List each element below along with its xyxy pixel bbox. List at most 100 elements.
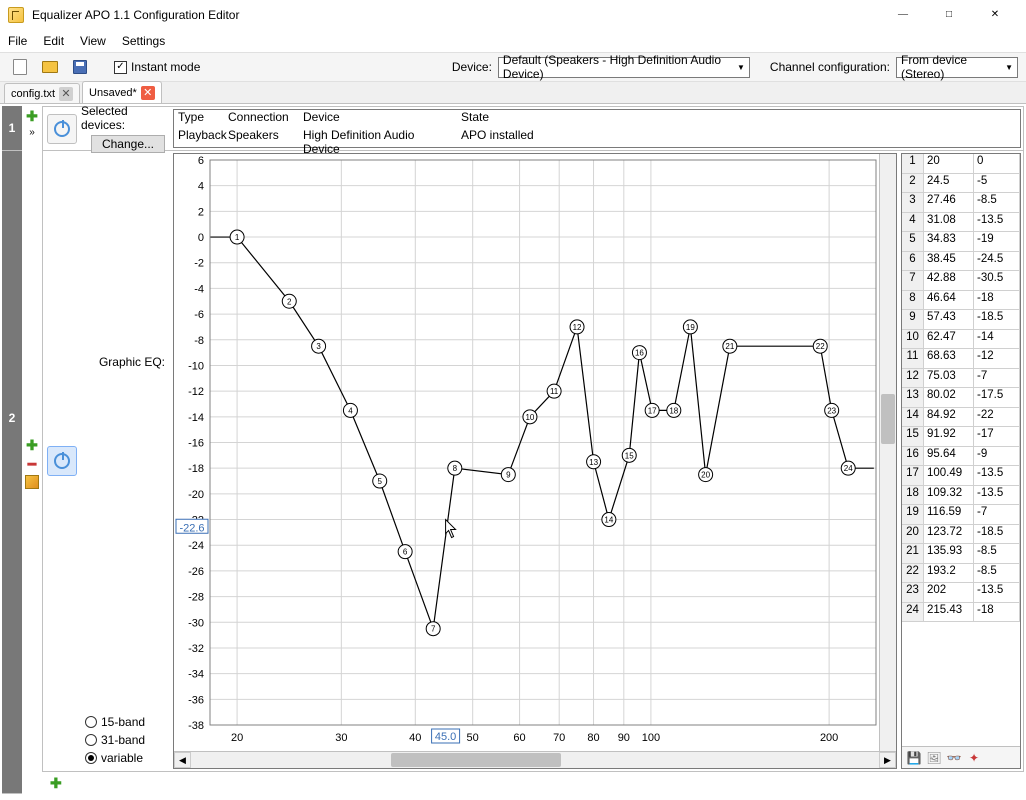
table-row[interactable]: 23202-13.5 [902,583,1020,603]
close-button[interactable]: ✕ [972,0,1018,30]
row-freq[interactable]: 27.46 [924,193,974,213]
row-freq[interactable]: 193.2 [924,564,974,584]
wand-icon[interactable]: ✦ [966,750,982,766]
radio-15-band[interactable]: 15-band [85,715,167,729]
eq-data-table[interactable]: 1200224.5-5327.46-8.5431.08-13.5534.83-1… [902,154,1020,746]
instant-mode-toggle[interactable]: Instant mode [114,60,200,74]
row-gain[interactable]: -24.5 [974,252,1020,272]
table-row[interactable]: 957.43-18.5 [902,310,1020,330]
row-gain[interactable]: -18 [974,603,1020,623]
row-freq[interactable]: 31.08 [924,213,974,233]
table-row[interactable]: 846.64-18 [902,291,1020,311]
add-icon[interactable]: ✚ [26,437,38,454]
add-icon[interactable]: ✚ [50,775,62,792]
row-freq[interactable]: 20 [924,154,974,174]
row-gain[interactable]: -13.5 [974,486,1020,506]
horizontal-scrollbar[interactable]: ◀ ▶ [174,751,896,768]
new-button[interactable] [8,55,32,79]
scroll-right-icon[interactable]: ▶ [879,752,896,768]
row-freq[interactable]: 75.03 [924,369,974,389]
table-row[interactable]: 431.08-13.5 [902,213,1020,233]
row-freq[interactable]: 116.59 [924,505,974,525]
row-gain[interactable]: -30.5 [974,271,1020,291]
row-freq[interactable]: 68.63 [924,349,974,369]
tab-config[interactable]: config.txt ✕ [4,83,80,103]
row-freq[interactable]: 46.64 [924,291,974,311]
menu-edit[interactable]: Edit [43,34,64,48]
row-gain[interactable]: -17.5 [974,388,1020,408]
row-gain[interactable]: -22 [974,408,1020,428]
row-gain[interactable]: -8.5 [974,544,1020,564]
row-gain[interactable]: -9 [974,447,1020,467]
eq-chart[interactable]: 6420-2-4-6-8-10-12-14-16-18-20-22-24-26-… [173,153,897,769]
table-row[interactable]: 20123.72-18.5 [902,525,1020,545]
save-button[interactable] [68,55,92,79]
table-row[interactable]: 1484.92-22 [902,408,1020,428]
row-gain[interactable]: -7 [974,505,1020,525]
vertical-scrollbar[interactable] [879,154,896,751]
image-icon[interactable]: 🖼 [926,750,942,766]
row-gain[interactable]: -8.5 [974,564,1020,584]
power-button[interactable] [47,114,77,144]
row-gain[interactable]: -18.5 [974,310,1020,330]
close-icon[interactable]: ✕ [59,87,73,101]
chevron-down-icon[interactable]: » [29,127,35,138]
radio-31-band[interactable]: 31-band [85,733,167,747]
maximize-button[interactable]: □ [926,0,972,30]
row-freq[interactable]: 215.43 [924,603,974,623]
edit-icon[interactable] [25,475,39,489]
row-freq[interactable]: 95.64 [924,447,974,467]
row-freq[interactable]: 91.92 [924,427,974,447]
row-index-2[interactable]: 2 [2,151,22,794]
row-gain[interactable]: -12 [974,349,1020,369]
table-row[interactable]: 1380.02-17.5 [902,388,1020,408]
menu-file[interactable]: File [8,34,27,48]
table-row[interactable]: 742.88-30.5 [902,271,1020,291]
row-freq[interactable]: 100.49 [924,466,974,486]
row-freq[interactable]: 24.5 [924,174,974,194]
row-gain[interactable]: 0 [974,154,1020,174]
row-freq[interactable]: 38.45 [924,252,974,272]
table-row[interactable]: 1168.63-12 [902,349,1020,369]
table-row[interactable]: 1591.92-17 [902,427,1020,447]
row-freq[interactable]: 202 [924,583,974,603]
row-gain[interactable]: -7 [974,369,1020,389]
table-row[interactable]: 1062.47-14 [902,330,1020,350]
table-row[interactable]: 224.5-5 [902,174,1020,194]
radio-variable[interactable]: variable [85,751,167,765]
row-gain[interactable]: -18.5 [974,525,1020,545]
row-gain[interactable]: -14 [974,330,1020,350]
device-select[interactable]: Default (Speakers - High Definition Audi… [498,57,750,78]
add-icon[interactable]: ✚ [26,108,38,125]
chart-canvas[interactable]: 6420-2-4-6-8-10-12-14-16-18-20-22-24-26-… [174,154,896,751]
tab-unsaved[interactable]: Unsaved* ✕ [82,81,162,103]
table-row[interactable]: 327.46-8.5 [902,193,1020,213]
menu-settings[interactable]: Settings [122,34,165,48]
glasses-icon[interactable]: 👓 [946,750,962,766]
row-freq[interactable]: 84.92 [924,408,974,428]
menu-view[interactable]: View [80,34,106,48]
row-freq[interactable]: 62.47 [924,330,974,350]
save-icon[interactable]: 💾 [906,750,922,766]
row-gain[interactable]: -13.5 [974,213,1020,233]
row-freq[interactable]: 57.43 [924,310,974,330]
table-row[interactable]: 22193.2-8.5 [902,564,1020,584]
table-row[interactable]: 1275.03-7 [902,369,1020,389]
row-gain[interactable]: -17 [974,427,1020,447]
table-row[interactable]: 17100.49-13.5 [902,466,1020,486]
channel-config-select[interactable]: From device (Stereo) ▼ [896,57,1018,78]
table-row[interactable]: 19116.59-7 [902,505,1020,525]
row-freq[interactable]: 42.88 [924,271,974,291]
remove-icon[interactable]: ━ [28,456,36,473]
open-button[interactable] [38,55,62,79]
table-row[interactable]: 21135.93-8.5 [902,544,1020,564]
row-freq[interactable]: 80.02 [924,388,974,408]
row-gain[interactable]: -13.5 [974,466,1020,486]
minimize-button[interactable]: — [880,0,926,30]
row-freq[interactable]: 34.83 [924,232,974,252]
row-freq[interactable]: 135.93 [924,544,974,564]
power-button-active[interactable] [47,446,77,476]
row-gain[interactable]: -5 [974,174,1020,194]
scroll-left-icon[interactable]: ◀ [174,752,191,768]
row-gain[interactable]: -8.5 [974,193,1020,213]
